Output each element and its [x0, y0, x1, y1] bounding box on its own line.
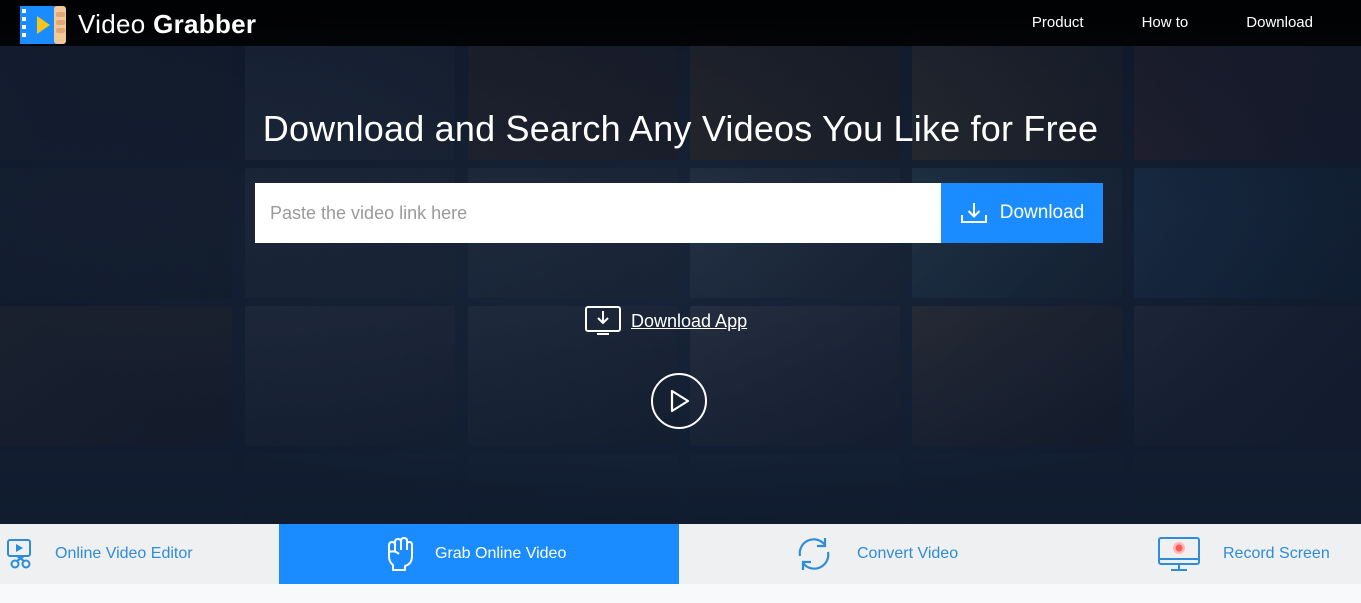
top-navigation-bar: Video Grabber Product How to Download — [0, 0, 1361, 46]
hero-section: Video Grabber Product How to Download Do… — [0, 0, 1361, 524]
record-screen-icon — [1157, 535, 1201, 573]
video-link-input[interactable] — [255, 183, 941, 243]
tab-record-screen[interactable]: Record Screen — [1079, 524, 1361, 584]
tab-online-video-editor[interactable]: Online Video Editor — [0, 524, 279, 584]
tab-label: Online Video Editor — [55, 545, 193, 562]
fist-icon — [385, 536, 415, 572]
video-edit-icon — [6, 538, 36, 570]
page-below-area — [0, 584, 1361, 603]
brand-name: Video Grabber — [78, 9, 256, 40]
hero-overlay — [0, 0, 1361, 524]
convert-arrows-icon — [793, 534, 835, 574]
tab-label: Record Screen — [1223, 545, 1330, 562]
page: Video Grabber Product How to Download Do… — [0, 0, 1361, 603]
download-monitor-icon — [585, 306, 621, 335]
brand-logo[interactable]: Video Grabber — [20, 4, 256, 44]
play-button[interactable] — [651, 373, 707, 429]
feature-tabs: Online Video Editor Grab Online Video Co… — [0, 524, 1361, 584]
tab-label: Convert Video — [857, 545, 959, 562]
download-app-link[interactable]: Download App — [585, 306, 747, 336]
download-button-label: Download — [999, 202, 1085, 223]
hero-headline: Download and Search Any Videos You Like … — [262, 108, 1099, 149]
download-tray-icon — [960, 203, 987, 223]
film-strip-play-icon — [20, 4, 68, 44]
tab-label: Grab Online Video — [435, 545, 567, 562]
tab-grab-online-video[interactable]: Grab Online Video — [279, 524, 679, 584]
main-nav: Product How to Download — [974, 14, 1313, 31]
brand-name-light: Video — [78, 8, 146, 39]
nav-item-how-to[interactable]: How to — [1142, 14, 1189, 31]
search-bar: Download — [255, 183, 1103, 243]
download-button[interactable]: Download — [941, 183, 1103, 243]
play-circle-icon — [670, 389, 690, 413]
tab-convert-video[interactable]: Convert Video — [679, 524, 1079, 584]
nav-item-product[interactable]: Product — [1032, 14, 1084, 31]
brand-name-bold: Grabber — [153, 8, 257, 39]
nav-item-download[interactable]: Download — [1246, 14, 1313, 31]
download-app-label: Download App — [631, 310, 748, 331]
